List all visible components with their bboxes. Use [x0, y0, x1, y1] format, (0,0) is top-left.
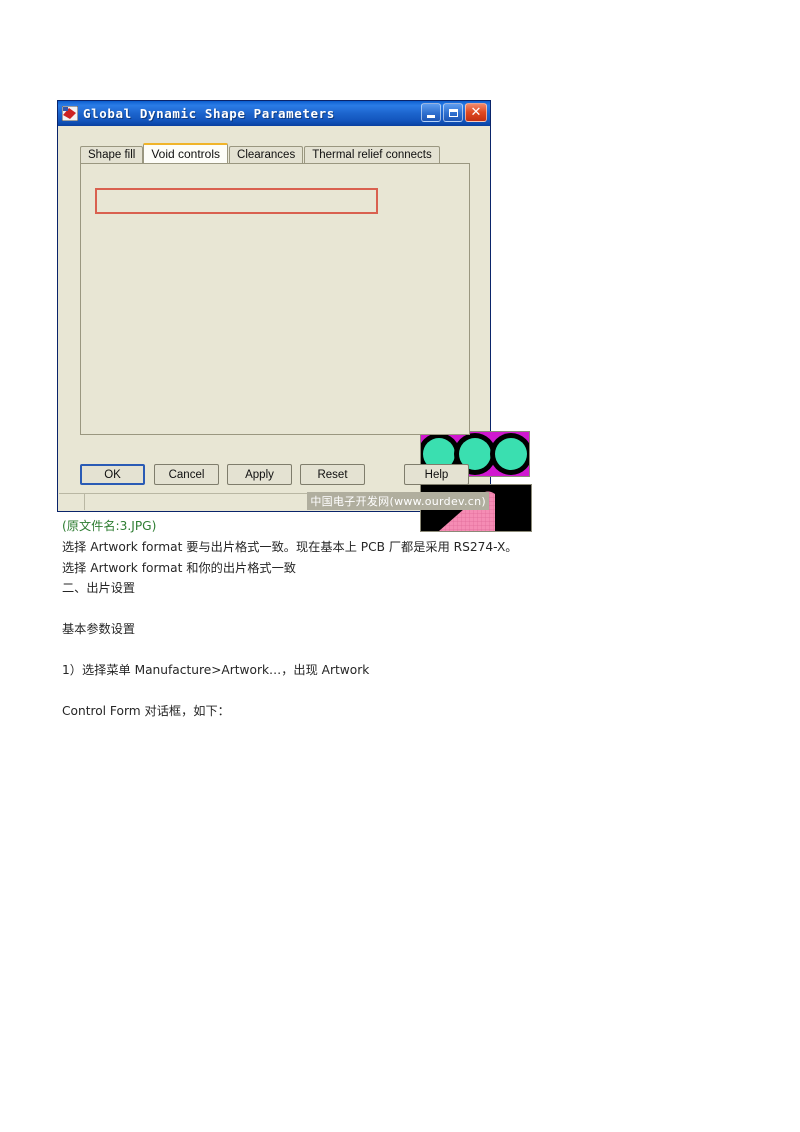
close-icon: ✕ [470, 105, 482, 120]
void-controls-panel [80, 163, 470, 435]
help-button[interactable]: Help [404, 464, 469, 485]
statusbar-cell-left [59, 494, 85, 510]
text-line-1: 选择 Artwork format 要与出片格式一致。现在基本上 PCB 厂都是… [62, 539, 518, 554]
original-filename-caption: (原文件名:3.JPG) [62, 519, 157, 533]
tab-thermal-relief-connects[interactable]: Thermal relief connects [304, 146, 440, 163]
tabstrip: Shape fill Void controls Clearances Ther… [80, 143, 441, 163]
text-paragraph-4: Control Form 对话框，如下： [62, 703, 230, 718]
reset-button[interactable]: Reset [300, 464, 365, 485]
cancel-button[interactable]: Cancel [154, 464, 219, 485]
minimize-button[interactable] [421, 103, 441, 122]
apply-button[interactable]: Apply [227, 464, 292, 485]
article-body-text: (原文件名:3.JPG) 选择 Artwork format 要与出片格式一致。… [62, 516, 622, 722]
text-paragraph-2: 基本参数设置 [62, 622, 136, 637]
dialog-title: Global Dynamic Shape Parameters [83, 106, 335, 121]
maximize-button[interactable] [443, 103, 463, 122]
ok-button[interactable]: OK [80, 464, 145, 485]
maximize-icon [448, 108, 458, 117]
dialog-titlebar[interactable]: Global Dynamic Shape Parameters ✕ [58, 101, 490, 126]
minimize-icon [427, 114, 435, 118]
text-line-3: 二、出片设置 [62, 581, 136, 596]
pin-pad [495, 438, 527, 470]
dialog-button-row: OK Cancel Apply Reset Help [58, 464, 490, 486]
app-shape-icon [61, 105, 79, 122]
close-button[interactable]: ✕ [465, 103, 487, 122]
tab-void-controls[interactable]: Void controls [143, 143, 229, 163]
tab-clearances[interactable]: Clearances [229, 146, 304, 163]
global-dynamic-shape-parameters-dialog: Global Dynamic Shape Parameters ✕ Shape … [57, 100, 532, 532]
text-paragraph-3: 1）选择菜单 Manufacture>Artwork…，出现 Artwork [62, 662, 370, 677]
text-line-2: 选择 Artwork format 和你的出片格式一致 [62, 560, 296, 575]
dialog-client-area: Shape fill Void controls Clearances Ther… [58, 126, 532, 532]
tab-shape-fill[interactable]: Shape fill [80, 146, 144, 163]
site-watermark: 中国电子开发网(www.ourdev.cn) [307, 492, 489, 510]
window-controls: ✕ [421, 103, 487, 122]
